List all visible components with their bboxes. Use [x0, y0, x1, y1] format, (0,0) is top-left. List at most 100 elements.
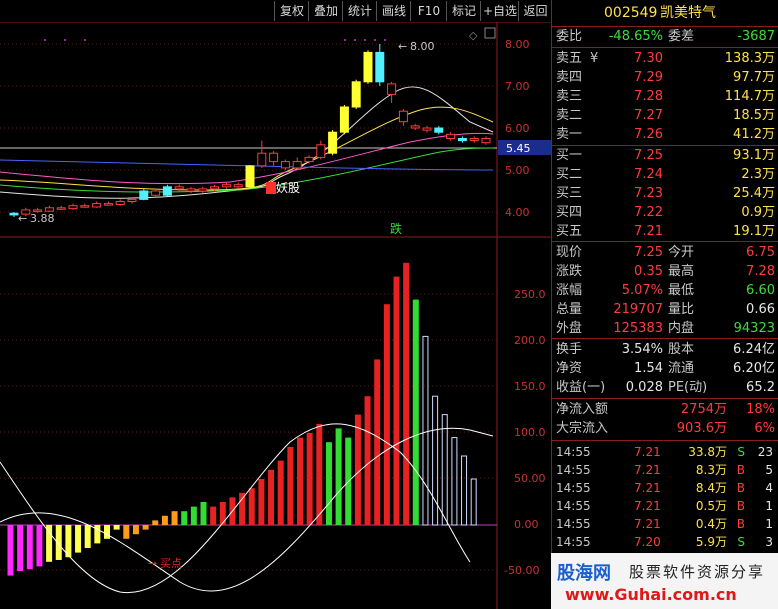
candle-body — [292, 161, 302, 169]
indicator-bar — [152, 520, 159, 525]
tick-side: B — [736, 463, 745, 477]
candle-body — [9, 212, 19, 216]
price-tick-6: 6.00 — [505, 122, 530, 135]
buy-order-row[interactable]: 买一 7.25 93.1万 — [552, 146, 778, 165]
tick-price: 7.20 — [634, 535, 661, 549]
indicator-bar — [200, 502, 207, 525]
candle-body — [422, 127, 432, 131]
die-annotation: 跌 — [390, 221, 402, 236]
sell-order-row[interactable]: 卖三 7.28 114.7万 — [552, 87, 778, 106]
candle-body — [151, 190, 161, 196]
indicator-bar — [297, 437, 303, 525]
tick-side: S — [737, 445, 745, 459]
candle-body — [127, 198, 137, 202]
tick-price: 7.21 — [634, 445, 661, 459]
tick-row: 14:55 7.20 5.9万 S 3 — [552, 533, 778, 551]
candle-body — [44, 207, 54, 212]
buy-order-row[interactable]: 买五 7.21 19.1万 — [552, 222, 778, 241]
back-button[interactable]: 返回 — [518, 1, 552, 21]
diamond-icon[interactable]: ◇ — [469, 29, 478, 42]
tick-time: 14:55 — [556, 463, 591, 477]
mark-button[interactable]: 标记 — [446, 1, 481, 21]
add-watchlist-button[interactable]: +自选 — [480, 1, 519, 21]
banner-url: www.Guhai.com.cn — [565, 585, 737, 604]
yaogu-annotation: 妖股 — [276, 181, 300, 195]
candle-body — [446, 133, 456, 140]
indicator-bar — [248, 488, 255, 525]
expand-icon[interactable] — [484, 27, 496, 39]
stat-value: 5.07% — [621, 283, 663, 298]
sell-order-volume: 41.2万 — [733, 127, 775, 142]
stat-value: 6.75 — [746, 245, 775, 260]
tick-side: B — [736, 499, 745, 513]
ind-tick-50: 50.00 — [514, 472, 546, 485]
stat-row: 收益(一) 0.028 PE(动) 65.2 — [552, 378, 778, 397]
tick-time: 14:55 — [556, 535, 591, 549]
stat-label: 外盘 — [556, 321, 583, 336]
indicator-bar — [461, 455, 468, 526]
indicator-bar — [374, 359, 381, 525]
candle-body — [481, 138, 491, 144]
indicator-bar — [171, 511, 178, 525]
candle-body — [221, 184, 231, 188]
tick-count: 5 — [765, 463, 773, 477]
sell-order-label: 卖一 — [556, 127, 583, 142]
stat-label: 换手 — [556, 342, 583, 357]
stat-label: 股本 — [668, 342, 695, 357]
yaogu-marker — [266, 182, 276, 194]
indicator-bar — [441, 414, 448, 526]
tick-volume: 8.4万 — [695, 481, 727, 495]
buy-order-label: 买五 — [556, 224, 583, 239]
candle-body — [210, 186, 220, 190]
sell-order-row[interactable]: 卖二 7.27 18.5万 — [552, 106, 778, 125]
sell-order-volume: 18.5万 — [733, 108, 775, 123]
buy-annotation: 买点 — [160, 557, 182, 570]
indicator-bar — [325, 442, 332, 525]
sell-order-row[interactable]: 卖四 7.29 97.7万 — [552, 68, 778, 87]
stat-row: 涨跌 0.35 最高 7.28 — [552, 262, 778, 281]
tick-side: B — [736, 481, 745, 495]
candlestick-series — [9, 44, 491, 218]
candle-body — [457, 138, 467, 142]
stat-label: 内盘 — [668, 321, 695, 336]
draw-line-button[interactable]: 画线 — [376, 1, 411, 21]
ind-tick-250: 250.0 — [514, 288, 546, 301]
f10-button[interactable]: F10 — [410, 1, 447, 21]
candle-body — [363, 51, 373, 83]
restore-rights-button[interactable]: 复权 — [274, 1, 309, 21]
stat-row: 净资 1.54 流通 6.20亿 — [552, 359, 778, 378]
flow-value: 903.6万 — [676, 421, 727, 436]
sell-order-price: 7.28 — [634, 89, 663, 104]
high-marker: ← — [398, 40, 407, 53]
indicator-bar — [75, 525, 82, 553]
stock-chart[interactable]: 8.00 7.00 6.00 5.00 4.00 5.45 ◇ ← 8.00 ←… — [0, 22, 551, 609]
candle-body — [186, 188, 196, 192]
sell-order-label: 卖三 — [556, 89, 583, 104]
candle-body — [174, 186, 184, 190]
indicator-bar — [354, 414, 361, 525]
low-marker: ← — [18, 212, 27, 225]
overlay-button[interactable]: 叠加 — [308, 1, 343, 21]
sell-order-row[interactable]: 卖一 7.26 41.2万 — [552, 125, 778, 144]
oscillator-curve-b — [0, 427, 494, 592]
flow-label: 大宗流入 — [556, 421, 609, 436]
sell-order-row[interactable]: 卖五 7.30 138.3万 — [552, 49, 778, 68]
buy-order-row[interactable]: 买二 7.24 2.3万 — [552, 165, 778, 184]
indicator-bar — [258, 479, 265, 525]
tick-count: 1 — [765, 517, 773, 531]
buy-order-row[interactable]: 买三 7.23 25.4万 — [552, 184, 778, 203]
candle-body — [245, 165, 255, 188]
buy-order-price: 7.24 — [634, 167, 663, 182]
buy-order-row[interactable]: 买四 7.22 0.9万 — [552, 203, 778, 222]
tick-time: 14:55 — [556, 499, 591, 513]
sell-order-price: 7.30 — [634, 51, 663, 66]
stat-value: 65.2 — [746, 380, 775, 395]
indicator-bar — [393, 276, 400, 525]
sell-order-price: 7.27 — [634, 108, 663, 123]
buy-order-label: 买三 — [556, 186, 583, 201]
stat-row: 现价 7.25 今开 6.75 — [552, 243, 778, 262]
ind-tick-0: 0.00 — [514, 518, 539, 531]
statistics-button[interactable]: 统计 — [342, 1, 377, 21]
sell-order-volume: 138.3万 — [724, 51, 775, 66]
indicator-bar — [451, 437, 458, 526]
